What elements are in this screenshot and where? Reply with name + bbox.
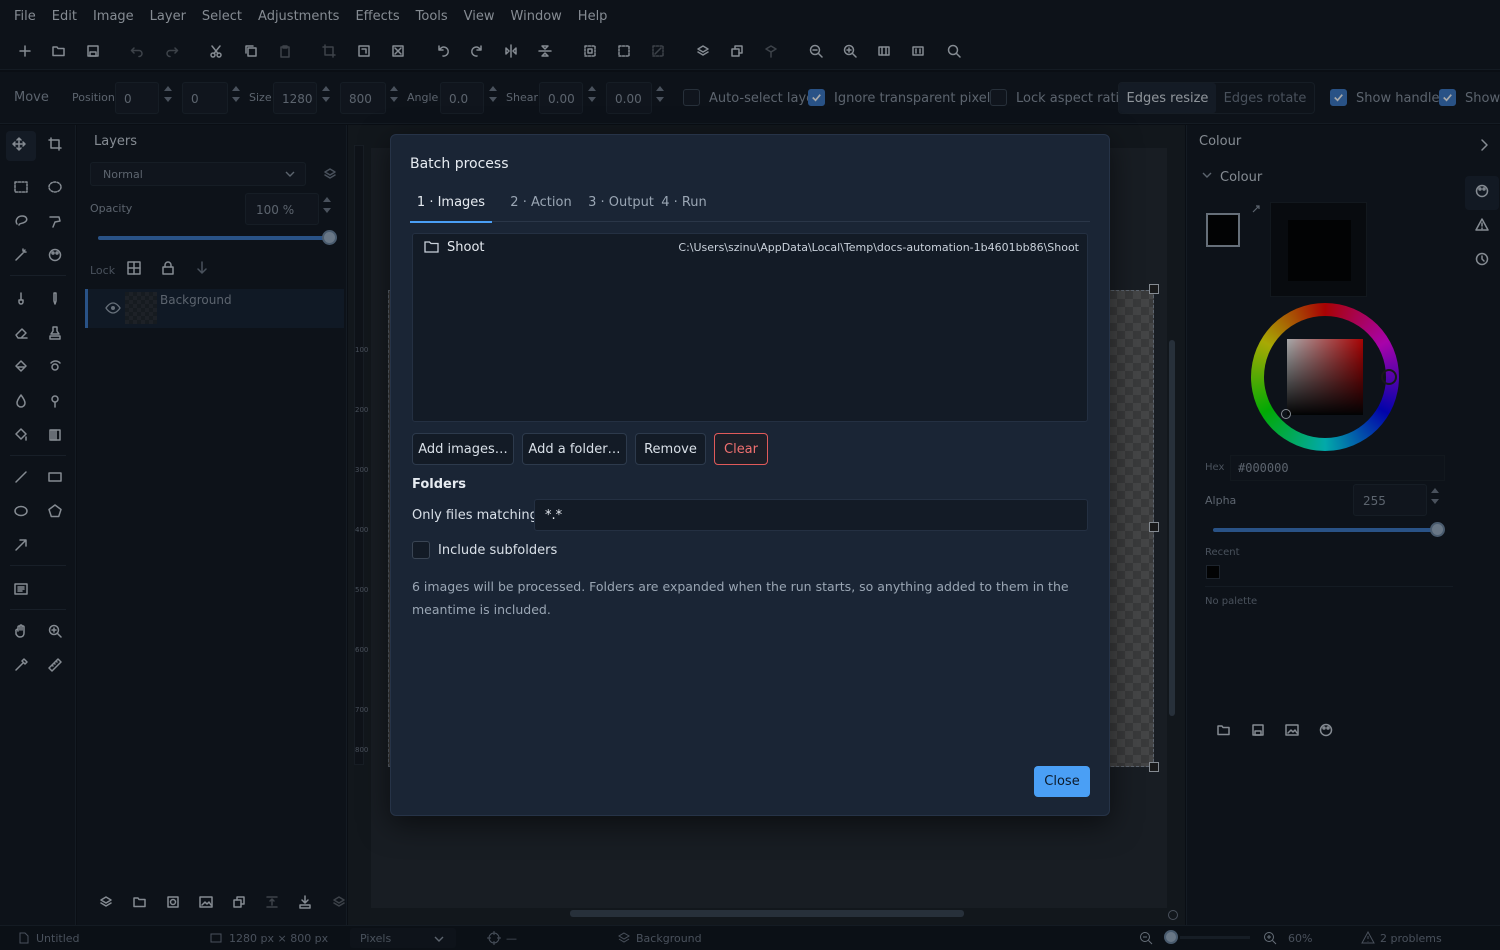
- tab-images[interactable]: 1 · Images: [410, 195, 492, 223]
- remove-button[interactable]: Remove: [635, 433, 706, 465]
- dialog-title: Batch process: [410, 156, 509, 172]
- list-item[interactable]: Shoot C:\Users\szinu\AppData\Local\Temp\…: [413, 234, 1087, 260]
- match-pattern-input[interactable]: *.*: [534, 499, 1088, 531]
- tab-output[interactable]: 3 · Output: [577, 195, 665, 223]
- include-subfolders-checkbox[interactable]: [412, 541, 430, 559]
- process-info-text: 6 images will be processed. Folders are …: [412, 579, 1069, 617]
- close-button[interactable]: Close: [1034, 766, 1090, 797]
- image-list[interactable]: Shoot C:\Users\szinu\AppData\Local\Temp\…: [412, 233, 1088, 422]
- batch-process-dialog: Batch process 1 · Images 2 · Action 3 · …: [390, 134, 1110, 816]
- add-folder-button[interactable]: Add a folder…: [522, 433, 627, 465]
- clear-button[interactable]: Clear: [714, 433, 768, 465]
- list-item-name: Shoot: [447, 240, 485, 255]
- add-images-button[interactable]: Add images…: [412, 433, 514, 465]
- tab-action[interactable]: 2 · Action: [500, 195, 582, 223]
- list-item-path: C:\Users\szinu\AppData\Local\Temp\docs-a…: [678, 241, 1079, 254]
- folder-icon: [424, 241, 439, 253]
- folders-heading: Folders: [412, 477, 467, 492]
- match-label: Only files matching: [412, 508, 538, 523]
- include-subfolders-label: Include subfolders: [438, 543, 558, 558]
- tab-run[interactable]: 4 · Run: [658, 195, 710, 223]
